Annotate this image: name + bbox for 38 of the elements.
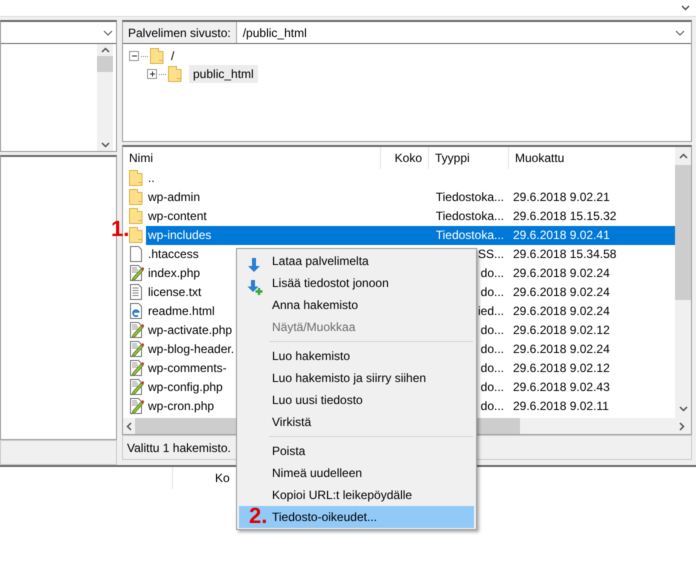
file-type: Tiedostoka... — [434, 208, 505, 225]
modified-date: 29.6.2018 15.15.32 — [512, 208, 618, 225]
modified-date: 29.6.2018 9.02.41 — [512, 227, 611, 244]
file-name: wp-includes — [148, 228, 212, 242]
file-name: .htaccess — [148, 247, 199, 261]
modified-date: 29.6.2018 9.02.11 — [512, 398, 610, 415]
step-number: 1. — [111, 218, 130, 240]
file-name: .. — [148, 171, 155, 185]
file-name: index.php — [148, 266, 200, 280]
file-name: wp-content — [148, 209, 207, 223]
file-type: Tiedostoka... — [434, 227, 505, 244]
status-text: Valittu 1 hakemisto. — [127, 440, 231, 456]
file-type: do... — [480, 360, 505, 377]
file-type: do... — [480, 341, 505, 358]
file-name: wp-admin — [148, 190, 200, 204]
modified-date: 29.6.2018 9.02.24 — [512, 341, 611, 358]
file-type: do... — [480, 398, 505, 415]
modified-date: 29.6.2018 9.02.43 — [512, 379, 611, 396]
file-name: wp-comments- — [148, 361, 227, 375]
modified-date: 29.6.2018 15.34.58 — [512, 246, 618, 263]
modified-date: 29.6.2018 9.02.24 — [512, 303, 611, 320]
modified-date: 29.6.2018 9.02.24 — [512, 284, 611, 301]
file-type: Tiedostoka... — [434, 189, 505, 206]
file-type: do... — [480, 379, 505, 396]
modified-date: 29.6.2018 9.02.21 — [512, 189, 611, 206]
file-name: wp-config.php — [148, 380, 223, 394]
file-type: SS... — [476, 246, 505, 263]
file-name: license.txt — [148, 285, 202, 299]
modified-date: 29.6.2018 9.02.24 — [512, 265, 611, 282]
file-type: do... — [480, 265, 505, 282]
path-text: /public_html — [242, 24, 307, 42]
file-type: do... — [480, 284, 505, 301]
modified-date: 29.6.2018 9.02.12 — [512, 322, 611, 339]
file-type: do... — [480, 322, 505, 339]
step-number: 2. — [249, 505, 268, 527]
modified-date: 29.6.2018 9.02.12 — [512, 360, 611, 377]
remote-site-label: Palvelimen sivusto: — [123, 22, 237, 43]
file-type: ied... — [476, 303, 505, 320]
